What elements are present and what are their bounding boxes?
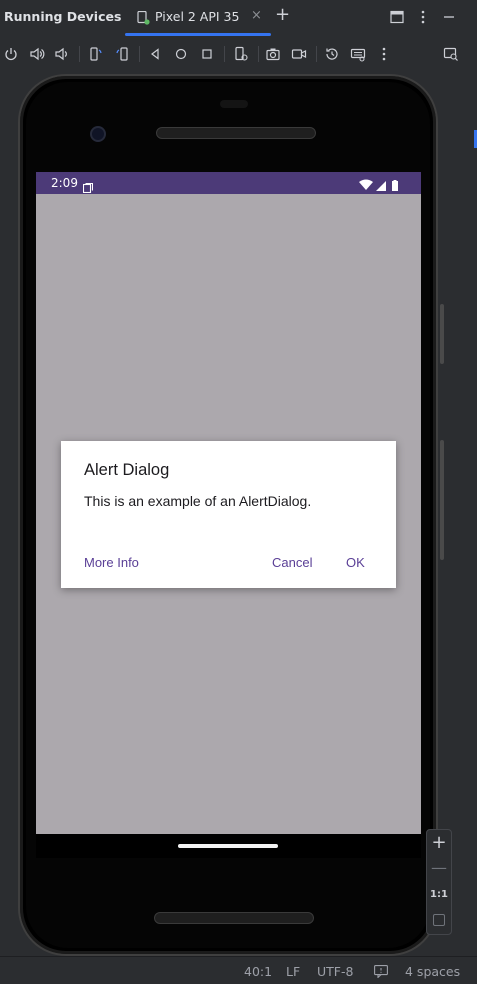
device-tab-icon: [137, 10, 150, 25]
android-status-bar: 2:09: [36, 172, 421, 194]
toolbar-separator: [79, 46, 80, 62]
rotate-left-icon[interactable]: [88, 46, 104, 62]
screenshot-camera-icon[interactable]: [265, 46, 281, 62]
phone-top-speaker: [156, 127, 316, 139]
emulator-toolbar: [0, 38, 477, 70]
signal-icon: [376, 181, 386, 191]
zoom-in-button[interactable]: +: [427, 832, 451, 854]
home-icon[interactable]: [173, 46, 189, 62]
status-time: 2:09: [51, 176, 78, 190]
file-encoding[interactable]: UTF-8: [317, 964, 353, 979]
dialog-message: This is an example of an AlertDialog.: [84, 493, 312, 509]
ide-status-bar: 40:1 LF UTF-8 4 spaces: [0, 956, 477, 984]
tool-window-title: Running Devices: [4, 9, 122, 24]
device-frame-search-icon[interactable]: [443, 46, 459, 62]
snapshot-history-icon[interactable]: [324, 46, 340, 62]
toolbar-separator: [224, 46, 225, 62]
keyboard-input-icon[interactable]: [350, 46, 366, 62]
phone-top-notch: [220, 100, 248, 108]
add-tab-button[interactable]: +: [275, 5, 290, 25]
tab-label: Pixel 2 API 35: [155, 9, 240, 24]
dialog-title: Alert Dialog: [84, 461, 170, 479]
more-options-icon[interactable]: [415, 9, 431, 25]
emulator-screen[interactable]: 2:09 Alert Dialog This is an example of …: [36, 172, 421, 834]
toolbar-separator: [316, 46, 317, 62]
more-actions-icon[interactable]: [376, 46, 392, 62]
line-separator[interactable]: LF: [286, 964, 300, 979]
rotate-right-icon[interactable]: [114, 46, 130, 62]
power-icon[interactable]: [3, 46, 19, 62]
device-settings-icon[interactable]: [233, 46, 249, 62]
active-tab-indicator: [125, 33, 271, 36]
phone-power-button[interactable]: [440, 304, 444, 364]
tool-window-header: Running Devices Pixel 2 API 35 × +: [0, 0, 477, 36]
battery-icon: [392, 180, 398, 191]
overview-icon[interactable]: [199, 46, 215, 62]
notification-icon: [82, 178, 94, 194]
phone-volume-button[interactable]: [440, 440, 444, 560]
cancel-button[interactable]: Cancel: [272, 555, 312, 570]
ok-button[interactable]: OK: [346, 555, 365, 570]
phone-bottom-speaker: [154, 912, 314, 924]
close-tab-icon[interactable]: ×: [251, 8, 262, 23]
screen-record-icon[interactable]: [291, 46, 307, 62]
minimize-icon[interactable]: [441, 9, 457, 25]
gesture-home-handle[interactable]: [178, 844, 278, 848]
caret-position[interactable]: 40:1: [244, 964, 272, 979]
front-camera-icon: [90, 126, 106, 142]
status-icons: [359, 177, 407, 191]
toolbar-separator: [139, 46, 140, 62]
back-icon[interactable]: [147, 46, 163, 62]
toolbar-separator: [258, 46, 259, 62]
android-nav-bar: [36, 834, 421, 858]
zoom-out-button[interactable]: —: [427, 857, 451, 879]
more-info-button[interactable]: More Info: [84, 555, 139, 570]
zoom-fit-icon[interactable]: [433, 914, 445, 926]
alert-dialog: Alert Dialog This is an example of an Al…: [61, 441, 396, 588]
volume-up-icon[interactable]: [29, 46, 45, 62]
read-only-toggle-icon[interactable]: [374, 965, 388, 979]
indent-setting[interactable]: 4 spaces: [405, 964, 460, 979]
tab-pixel-2-api-35[interactable]: Pixel 2 API 35 ×: [125, 0, 271, 36]
volume-down-icon[interactable]: [53, 46, 69, 62]
actual-size-button[interactable]: 1:1: [427, 888, 451, 902]
zoom-controls: + — 1:1: [426, 829, 452, 935]
layout-icon[interactable]: [389, 9, 405, 25]
wifi-icon: [359, 179, 373, 190]
